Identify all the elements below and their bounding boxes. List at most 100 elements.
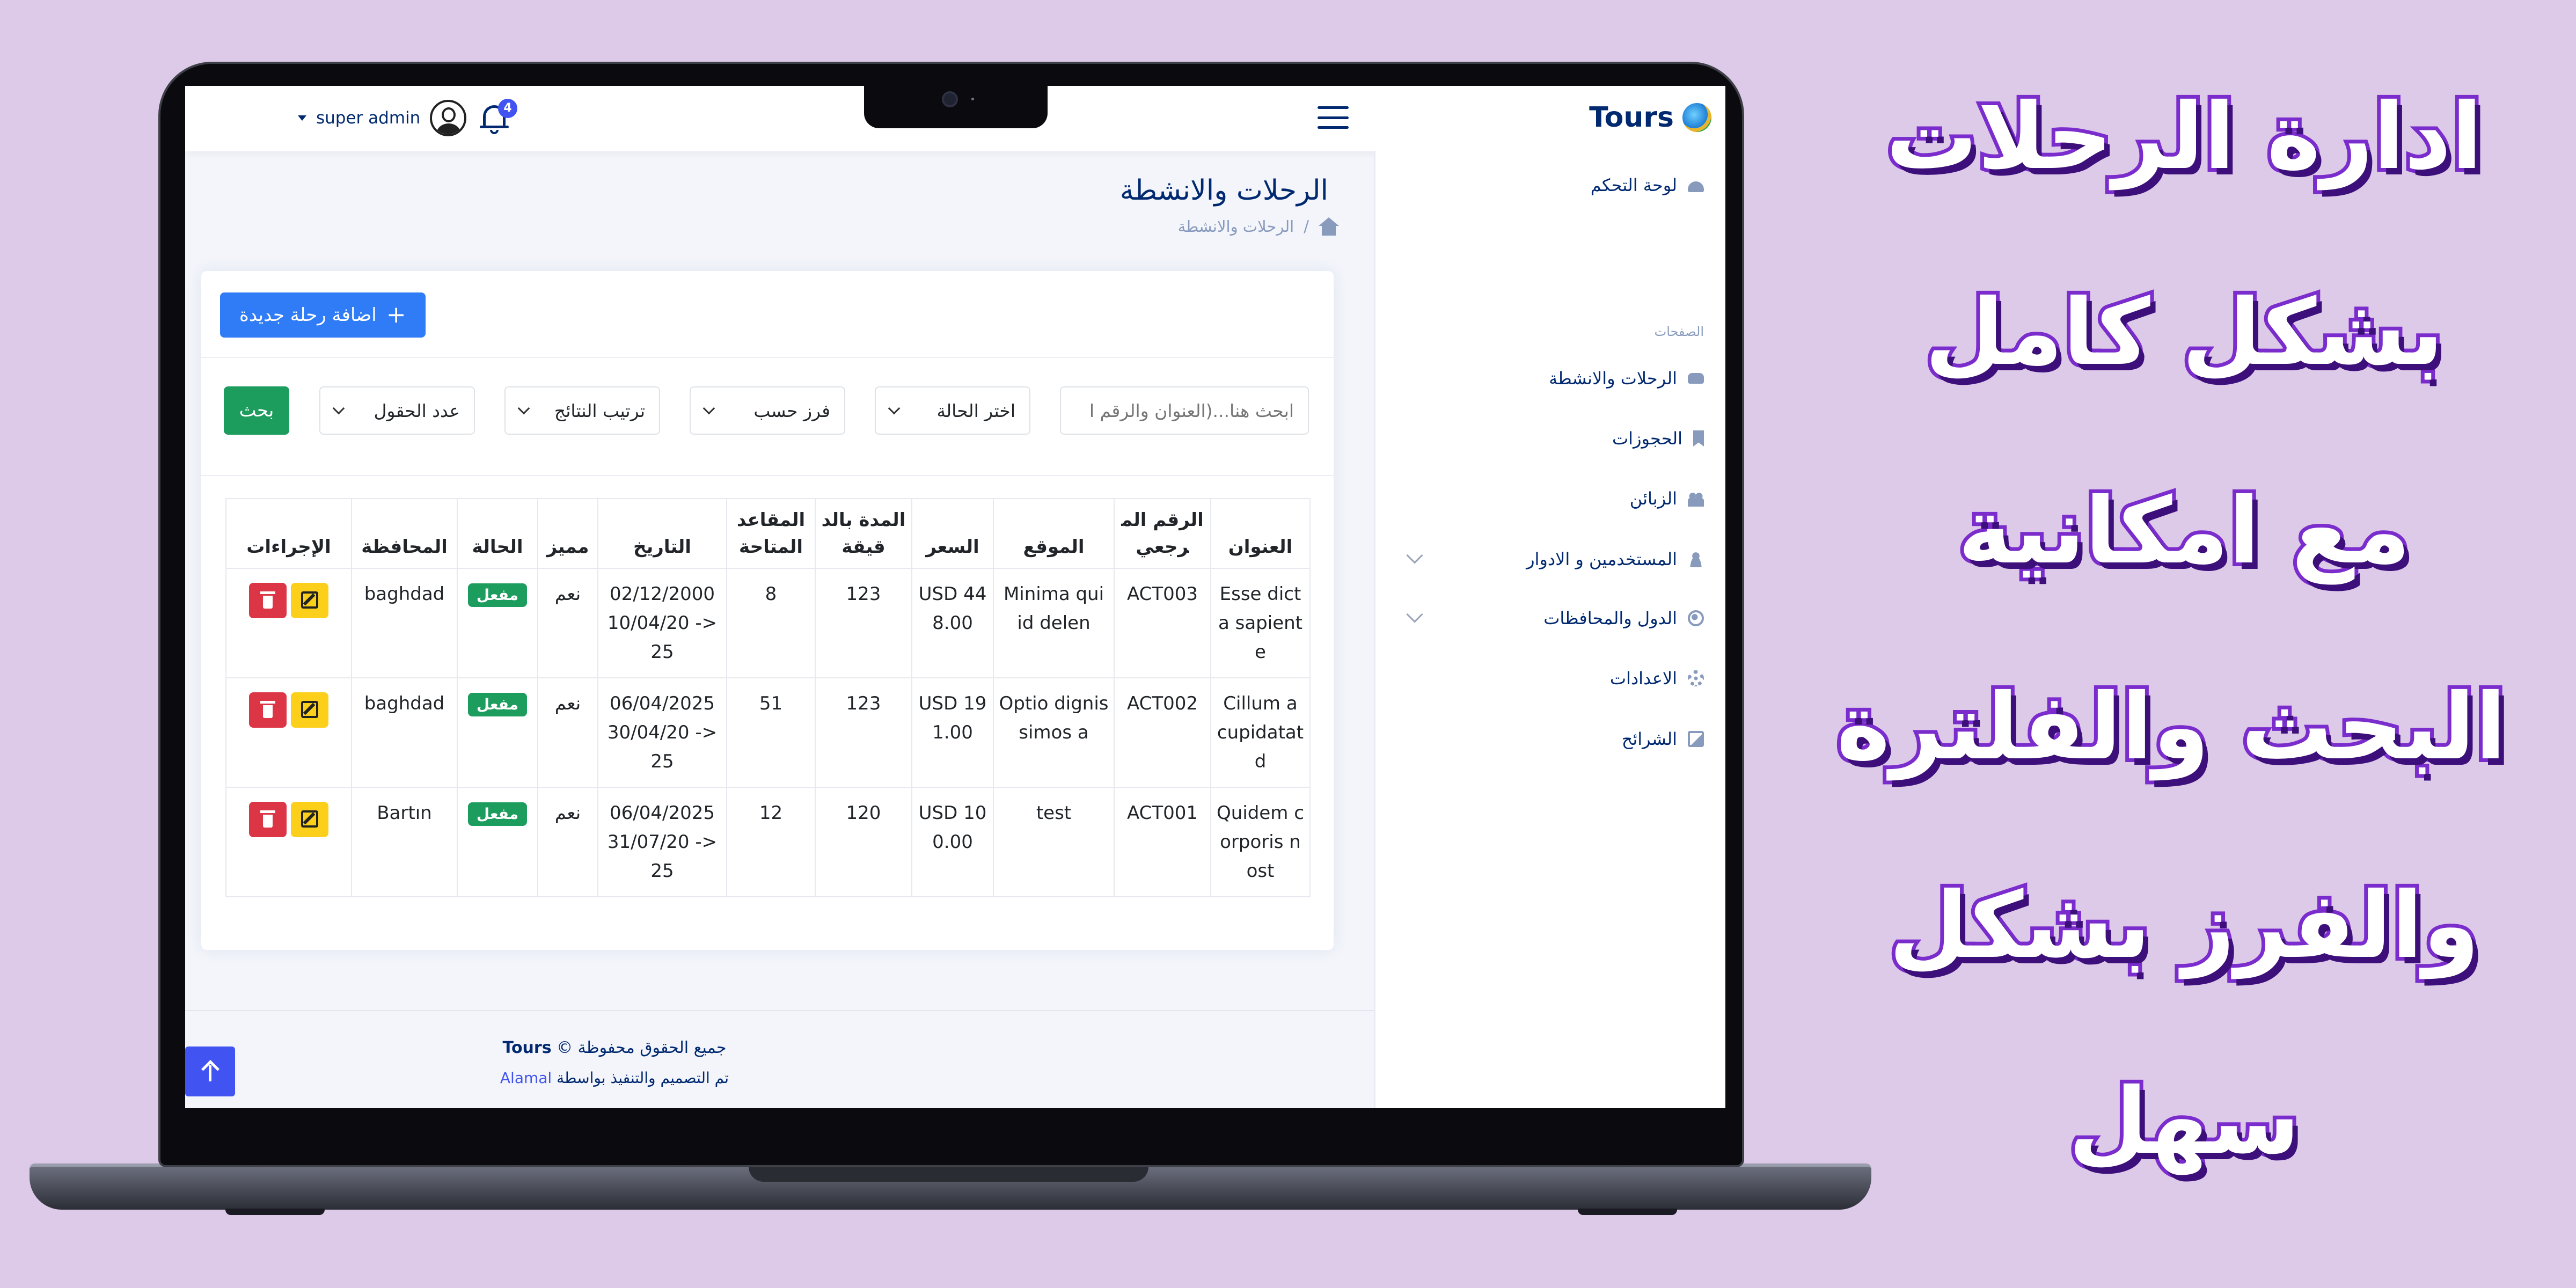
notifications-button[interactable]: 4: [478, 99, 517, 137]
cell-seats: 12: [726, 787, 816, 897]
trash-icon: [260, 701, 275, 719]
chevron-down-icon[interactable]: [1406, 547, 1423, 564]
status-select-value: اختر الحالة: [936, 400, 1015, 421]
count-select-value: عدد الحقول: [374, 400, 460, 421]
header-duration[interactable]: المدة بالدقيقة: [815, 498, 912, 569]
cell-title: Quidem corporis nost: [1210, 787, 1311, 897]
edit-icon: [301, 591, 318, 609]
credit-link[interactable]: Alamal: [500, 1069, 552, 1087]
people-icon: [1688, 491, 1704, 507]
cell-price: USD 448.00: [911, 568, 994, 678]
delete-button[interactable]: [249, 802, 287, 837]
chevron-down-icon: [702, 402, 715, 415]
caret-down-icon: [298, 115, 306, 121]
sidebar-item-bookings[interactable]: الحجوزات: [1403, 417, 1704, 460]
dashboard-icon: [1688, 181, 1704, 192]
person-icon: [1688, 551, 1704, 567]
header-date[interactable]: التاريخ: [597, 498, 727, 569]
chevron-down-icon: [332, 402, 345, 415]
user-menu[interactable]: super admin: [298, 98, 467, 138]
table-row: Quidem corporis nost ACT001 test USD 100…: [225, 787, 1311, 897]
user-name[interactable]: super admin: [316, 108, 420, 128]
cell-governorate: Bartın: [351, 787, 458, 897]
count-select[interactable]: عدد الحقول: [319, 386, 475, 435]
status-badge: مفعل: [467, 583, 528, 607]
trips-table: العنوان الرقم المرجعي الموقع السعر المدة…: [225, 498, 1311, 897]
sort-by-select[interactable]: فرز حسب: [690, 386, 845, 435]
breadcrumb: / الرحلات والانشطة: [936, 216, 1339, 237]
status-select[interactable]: اختر الحالة: [875, 386, 1030, 435]
search-button[interactable]: بحث: [224, 386, 289, 435]
cell-actions: [225, 677, 352, 788]
sidebar-item-label: الشرائح: [1621, 729, 1677, 749]
sidebar-item-dashboard[interactable]: لوحة التحكم: [1403, 164, 1704, 207]
sidebar-item-users-roles[interactable]: المستخدمين و الادوار: [1403, 538, 1704, 581]
footer-credit: تم التصميم والتنفيذ بواسطة Alamal: [346, 1069, 883, 1087]
header-title[interactable]: العنوان: [1210, 498, 1311, 569]
cell-seats: 8: [726, 568, 816, 678]
order-select[interactable]: ترتيب النتائج: [504, 386, 660, 435]
cell-title: Cillum a cupidatat d: [1210, 677, 1311, 788]
edit-icon: [301, 810, 318, 828]
header-governorate[interactable]: المحافظة: [351, 498, 458, 569]
footer-copyright: جميع الحقوق محفوظة © Tours: [346, 1038, 883, 1057]
camera-light: [971, 98, 974, 100]
hamburger-icon[interactable]: [1318, 103, 1349, 132]
cell-actions: [225, 787, 352, 897]
edit-button[interactable]: [291, 692, 328, 728]
delete-button[interactable]: [249, 583, 287, 618]
gear-icon: [1688, 670, 1704, 686]
trash-icon: [260, 810, 275, 829]
add-trip-button[interactable]: + اضافة رحلة جديدة: [220, 292, 426, 338]
header-price[interactable]: السعر: [911, 498, 994, 569]
add-trip-label: اضافة رحلة جديدة: [239, 304, 377, 326]
sidebar-item-slides[interactable]: الشرائح: [1403, 718, 1704, 760]
sidebar-item-label: لوحة التحكم: [1590, 175, 1677, 195]
plus-icon: +: [386, 301, 406, 328]
sidebar-heading: الصفحات: [1654, 324, 1704, 339]
home-icon[interactable]: [1319, 217, 1339, 236]
table-header-row: العنوان الرقم المرجعي الموقع السعر المدة…: [225, 498, 1311, 569]
cell-location: Minima qui id delen: [993, 568, 1115, 678]
laptop-foot-left: [225, 1209, 325, 1215]
user-avatar-icon[interactable]: [430, 100, 467, 136]
edit-button[interactable]: [291, 583, 328, 618]
back-to-top-button[interactable]: [185, 1046, 235, 1096]
cell-date: 06/04/2025 <- 31/07/2025: [597, 787, 727, 897]
image-icon: [1688, 731, 1704, 747]
sidebar-item-countries[interactable]: الدول والمحافظات: [1403, 597, 1704, 640]
sidebar-item-settings[interactable]: الاعدادات: [1403, 657, 1704, 700]
breadcrumb-separator: /: [1304, 217, 1309, 236]
sidebar-item-customers[interactable]: الزبائن: [1403, 477, 1704, 520]
cell-featured: نعم: [537, 787, 598, 897]
cell-title: Esse dicta sapiente: [1210, 568, 1311, 678]
chevron-down-icon[interactable]: [1406, 606, 1423, 623]
cell-featured: نعم: [537, 677, 598, 788]
header-reference[interactable]: الرقم المرجعي: [1114, 498, 1211, 569]
promo-line-5: والفرز بشكل: [1885, 873, 2483, 979]
edit-button[interactable]: [291, 802, 328, 837]
trips-card: + اضافة رحلة جديدة اختر الحالة فرز حسب ت…: [201, 271, 1334, 950]
edit-icon: [301, 701, 318, 718]
brand[interactable]: Tours: [1589, 99, 1711, 136]
header-location[interactable]: الموقع: [993, 498, 1115, 569]
cell-featured: نعم: [537, 568, 598, 678]
header-seats[interactable]: المقاعد المتاحة: [726, 498, 816, 569]
brand-name[interactable]: Tours: [1589, 101, 1674, 134]
sidebar-item-label: الزبائن: [1629, 488, 1677, 509]
search-input[interactable]: [1060, 386, 1309, 435]
copyright-brand: Tours: [502, 1038, 552, 1057]
delete-button[interactable]: [249, 692, 287, 728]
globe-logo-icon: [1682, 103, 1711, 132]
header-status[interactable]: الحالة: [457, 498, 538, 569]
sidebar-item-trips[interactable]: الرحلات والانشطة: [1403, 357, 1704, 400]
bookmark-icon: [1693, 430, 1704, 447]
cell-reference: ACT001: [1114, 787, 1211, 897]
notification-count-badge: 4: [498, 99, 517, 118]
status-badge: مفعل: [467, 693, 528, 716]
app-screen: Tours 4 super admin لوحة التحكم الصفحات …: [185, 86, 1725, 1108]
header-featured[interactable]: مميز: [537, 498, 598, 569]
cell-duration: 123: [815, 677, 912, 788]
status-badge: مفعل: [467, 802, 528, 826]
credit-prefix: تم التصميم والتنفيذ بواسطة: [557, 1069, 729, 1087]
